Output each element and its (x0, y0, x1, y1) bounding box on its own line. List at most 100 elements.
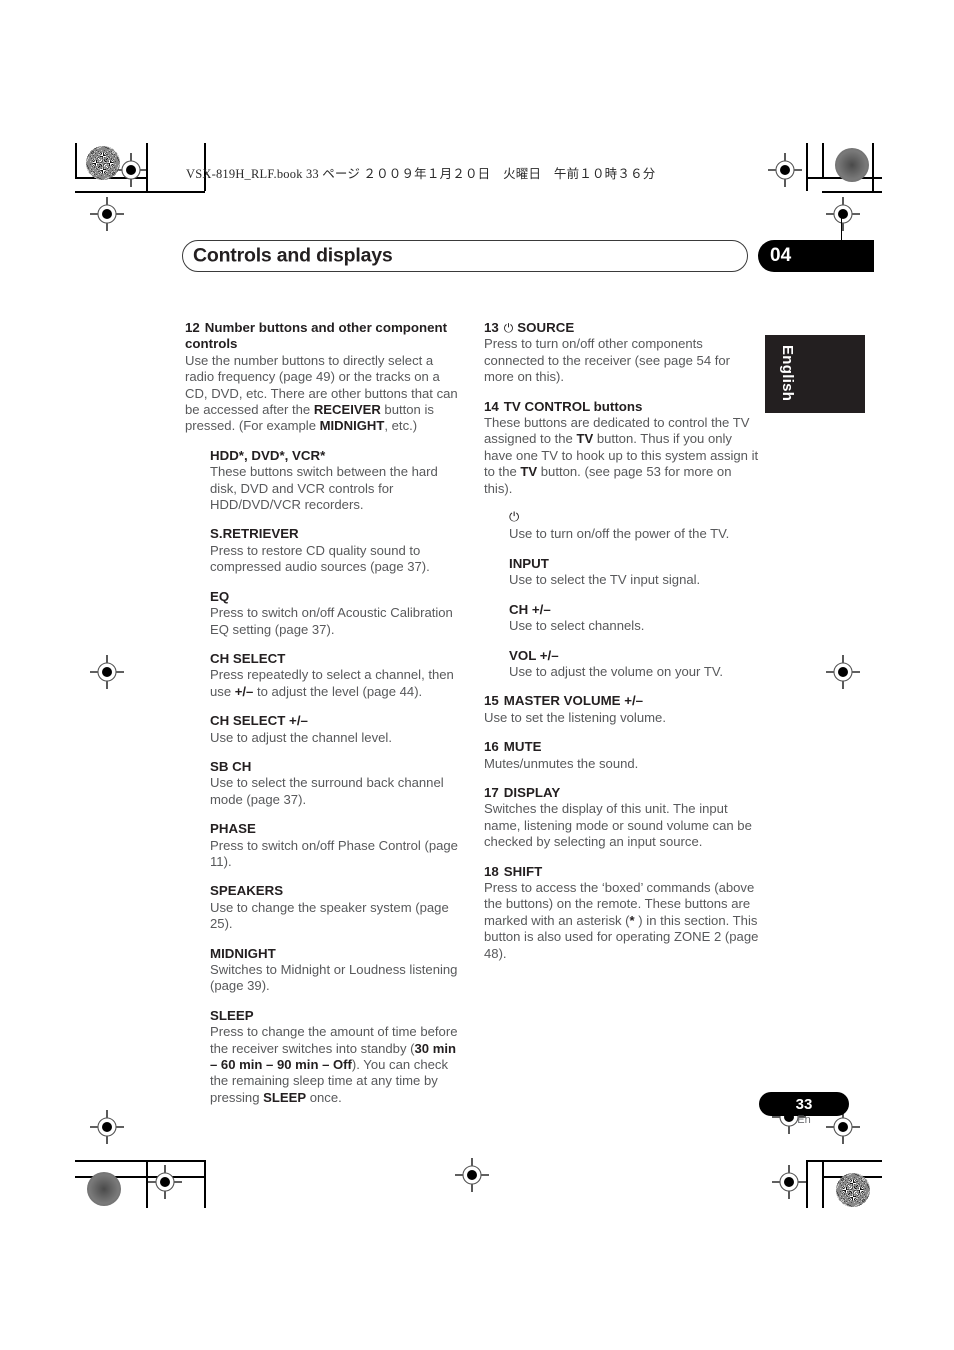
section-title: DISPLAY (503, 784, 561, 800)
section-number: 16 (484, 739, 499, 755)
trim-mark (75, 143, 77, 179)
page-number-badge: 33 (759, 1092, 849, 1116)
subsection-heading: INPUT (509, 555, 549, 571)
section-heading-17: 17 DISPLAY (484, 785, 760, 801)
section-title: Number buttons and other component contr… (185, 320, 448, 352)
section-number: 15 (484, 693, 499, 709)
trim-mark (75, 191, 205, 193)
body-part: once. (306, 1089, 342, 1105)
registration-mark (768, 153, 802, 187)
section-number: 17 (484, 784, 499, 800)
subsection-speakers: SPEAKERS Use to change the speaker syste… (210, 883, 461, 932)
section-body-16: Mutes/unmutes the sound. (484, 755, 639, 771)
trim-mark (822, 191, 882, 193)
body-part: , etc.) (384, 418, 418, 434)
right-column: 13 ⏻ SOURCE Press to turn on/off other com… (484, 320, 760, 962)
section-heading-15: 15 MASTER VOLUME +/– (484, 693, 760, 709)
section-body-12: Use the number buttons to directly selec… (185, 353, 461, 435)
section-body-14: These buttons are dedicated to control t… (484, 415, 760, 497)
subsection-eq: EQ Press to switch on/off Acoustic Calib… (210, 589, 461, 638)
subsection-body: Use to turn on/off the power of the TV. (509, 526, 730, 542)
subsection-body: Press to change the amount of time befor… (210, 1024, 461, 1106)
subsection-heading: EQ (210, 588, 230, 604)
section-title: MUTE (503, 739, 542, 755)
left-column: 12 Number buttons and other component con… (185, 320, 461, 1106)
trim-mark (806, 143, 808, 191)
section-title: MASTER VOLUME +/– (503, 693, 644, 709)
section-heading-16: 16 MUTE (484, 739, 760, 755)
bold-term: SLEEP (263, 1089, 307, 1105)
section-heading-14: 14 TV CONTROL buttons (484, 399, 760, 415)
subsection-body: Press to switch on/off Phase Control (pa… (210, 837, 458, 869)
halftone-patch (87, 1172, 121, 1206)
section-body-17: Switches the display of this unit. The i… (484, 801, 752, 850)
page-title: Controls and displays (193, 244, 393, 267)
subsection-body: Use to select the surround back channel … (210, 775, 444, 807)
trim-mark (806, 1160, 882, 1162)
subsection-heading: HDD*, DVD*, VCR* (210, 447, 326, 463)
subsection-tv-power: ⏻ Use to turn on/off the power of the TV… (509, 510, 760, 543)
bold-term: MIDNIGHT (319, 418, 385, 434)
registration-mark (90, 197, 124, 231)
subsection-heading: MIDNIGHT (210, 945, 276, 961)
section-body-18: Press to access the ‘boxed’ commands (ab… (484, 880, 760, 962)
power-icon: ⏻ (503, 321, 514, 335)
subsection-body: Use to adjust the channel level. (210, 729, 392, 745)
subsection-heading: SPEAKERS (210, 883, 284, 899)
section-heading-18: 18 SHIFT (484, 864, 760, 880)
registration-mark (455, 1158, 489, 1192)
subsection-input: INPUT Use to select the TV input signal. (509, 556, 760, 589)
subsection-body: Use to select the TV input signal. (509, 572, 701, 588)
section-number: 12 (185, 320, 200, 335)
subsection-sretriever: S.RETRIEVER Press to restore CD quality … (210, 526, 461, 575)
subsection-heading: SB CH (210, 758, 252, 774)
language-tab: English (765, 335, 865, 413)
chapter-title-capsule: Controls and displays (182, 240, 748, 272)
subsection-phase: PHASE Press to switch on/off Phase Contr… (210, 821, 461, 870)
subsection-body: These buttons switch between the hard di… (210, 464, 438, 513)
section-heading-13: 13 ⏻ SOURCE (484, 320, 760, 336)
subsection-body: Press to switch on/off Acoustic Calibrat… (210, 605, 453, 637)
section-number: 14 (484, 398, 499, 414)
subsection-heading: SLEEP (210, 1007, 254, 1023)
subsection-ch: CH +/– Use to select channels. (509, 602, 760, 635)
subsection-body: Use to adjust the volume on your TV. (509, 663, 723, 679)
subsection-body: Use to change the speaker system (page 2… (210, 899, 449, 932)
subsection-heading: CH SELECT +/– (210, 713, 308, 729)
subsection-hdd: HDD*, DVD*, VCR* These buttons switch be… (210, 448, 461, 514)
power-icon: ⏻ (509, 510, 520, 526)
registration-mark (772, 1165, 806, 1199)
trim-mark (872, 143, 874, 191)
bold-term: +/– (234, 683, 254, 699)
bold-term: TV (520, 464, 538, 480)
halftone-patch (836, 1173, 870, 1207)
subsection-ch-select: CH SELECT Press repeatedly to select a c… (210, 651, 461, 700)
title-tick-mark (841, 214, 842, 240)
language-tab-label: English (779, 345, 796, 402)
subsection-heading: CH SELECT (210, 650, 286, 666)
trim-mark (204, 1160, 206, 1208)
body-part: to adjust the level (page 44). (253, 683, 423, 699)
registration-mark (148, 1165, 182, 1199)
section-title: TV CONTROL buttons (503, 398, 643, 414)
section-body-13: Press to turn on/off other components co… (484, 336, 731, 385)
subsection-heading: CH +/– (509, 601, 551, 617)
section-title: SOURCE (517, 320, 575, 335)
trim-mark (822, 1160, 824, 1208)
bold-term: TV (576, 431, 594, 447)
halftone-patch (86, 146, 120, 180)
registration-mark (90, 1110, 124, 1144)
subsection-vol: VOL +/– Use to adjust the volume on your… (509, 648, 760, 681)
section-heading-12: 12 Number buttons and other component con… (185, 320, 461, 353)
subsection-body: Switches to Midnight or Loudness listeni… (210, 962, 458, 994)
trim-mark (822, 143, 824, 179)
bold-term: RECEIVER (313, 402, 381, 418)
trim-mark (75, 1160, 205, 1162)
subsection-body: Press to restore CD quality sound to com… (210, 542, 430, 575)
section-title: SHIFT (503, 863, 543, 879)
subsection-heading: VOL +/– (509, 647, 559, 663)
book-file-header: VSX-819H_RLF.book 33 ページ ２００９年１月２０日 火曜日 … (186, 167, 656, 181)
chapter-number-badge: 04 (758, 240, 874, 272)
registration-mark (826, 655, 860, 689)
subsection-body: Press repeatedly to select a channel, th… (210, 667, 461, 700)
